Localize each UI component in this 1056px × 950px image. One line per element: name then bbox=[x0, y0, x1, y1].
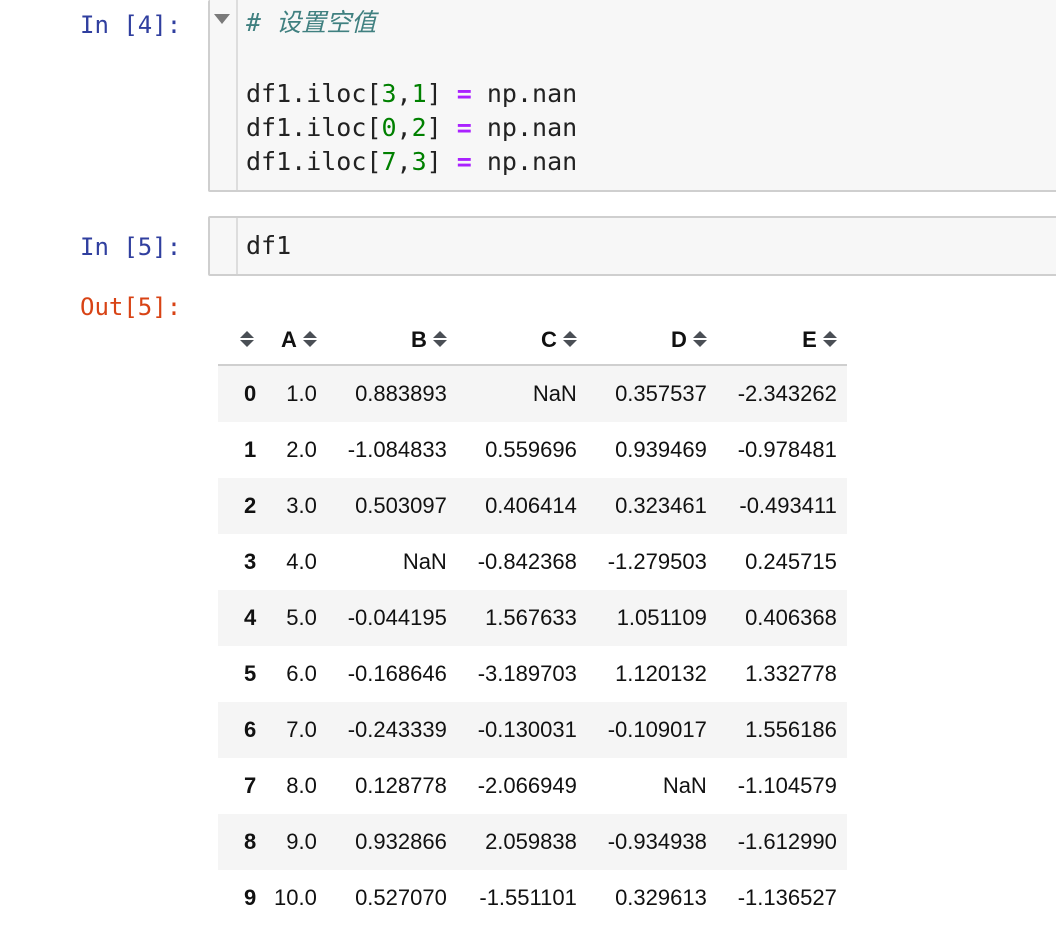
table-cell: -0.044195 bbox=[347, 605, 447, 630]
table-cell: 0.503097 bbox=[355, 493, 447, 518]
table-cell: -0.493411 bbox=[739, 493, 837, 518]
table-cell: 0.323461 bbox=[615, 493, 707, 518]
table-row: 2 3.0 0.503097 0.406414 0.323461 -0.493411 bbox=[218, 478, 847, 534]
table-row: 6 7.0 -0.243339 -0.130031 -0.109017 1.556186 bbox=[218, 702, 847, 758]
table-row: 4 5.0 -0.044195 1.567633 1.051109 0.406368 bbox=[218, 590, 847, 646]
table-cell: 2.059838 bbox=[485, 829, 577, 854]
table-cell: -0.243339 bbox=[347, 717, 447, 742]
index-header[interactable] bbox=[218, 316, 264, 366]
sort-icon[interactable] bbox=[692, 330, 707, 348]
table-cell: 0.357537 bbox=[615, 381, 707, 406]
table-header-row: A B C D E bbox=[218, 316, 847, 366]
table-row: 1 2.0 -1.084833 0.559696 0.939469 -0.978481 bbox=[218, 422, 847, 478]
table-cell: 5.0 bbox=[286, 605, 317, 630]
table-cell: -3.189703 bbox=[477, 661, 577, 686]
cell-4-input[interactable]: # 设置空值 df1.iloc[3,1] = np.nan df1.iloc[0… bbox=[208, 0, 1056, 192]
row-index: 0 bbox=[244, 381, 257, 406]
column-header[interactable]: A bbox=[264, 316, 327, 366]
table-cell: -1.104579 bbox=[737, 773, 837, 798]
table-cell: -1.084833 bbox=[347, 437, 447, 462]
table-cell: 1.051109 bbox=[616, 605, 707, 630]
column-header[interactable]: E bbox=[716, 316, 847, 366]
code-line-3: df1.iloc[7,3] = np.nan bbox=[246, 147, 578, 176]
table-cell: -0.109017 bbox=[607, 717, 707, 742]
row-index: 7 bbox=[244, 773, 257, 798]
table-cell: 1.0 bbox=[286, 381, 317, 406]
table-cell: 0.245715 bbox=[745, 549, 837, 574]
gutter-divider bbox=[236, 218, 238, 274]
table-cell: 0.559696 bbox=[485, 437, 577, 462]
table-cell: 0.939469 bbox=[615, 437, 707, 462]
table-cell: 0.406368 bbox=[745, 605, 837, 630]
code-line-1: df1.iloc[3,1] = np.nan bbox=[246, 79, 578, 108]
table-cell: -1.612990 bbox=[737, 829, 837, 854]
sort-icon[interactable] bbox=[822, 330, 837, 348]
table-row: 0 1.0 0.883893 NaN 0.357537 -2.343262 bbox=[218, 365, 847, 422]
sort-icon[interactable] bbox=[432, 330, 447, 348]
cell-4-code[interactable]: # 设置空值 bbox=[246, 6, 376, 40]
row-index: 9 bbox=[244, 885, 257, 910]
column-header[interactable]: C bbox=[456, 316, 587, 366]
table-cell: 1.567633 bbox=[485, 605, 577, 630]
table-cell: 0.527070 bbox=[355, 885, 447, 910]
output-prompt: Out[5]: bbox=[80, 293, 182, 321]
column-header[interactable]: B bbox=[326, 316, 457, 366]
row-index: 6 bbox=[244, 717, 257, 742]
table-row: 7 8.0 0.128778 -2.066949 NaN -1.104579 bbox=[218, 758, 847, 814]
table-cell: -2.343262 bbox=[737, 381, 837, 406]
cell-4-prompt: In [4]: bbox=[80, 11, 182, 39]
table-cell: 0.932866 bbox=[355, 829, 447, 854]
row-index: 3 bbox=[244, 549, 257, 574]
column-header[interactable]: D bbox=[586, 316, 717, 366]
table-cell: 1.332778 bbox=[745, 661, 837, 686]
table-row: 9 10.0 0.527070 -1.551101 0.329613 -1.136527 bbox=[218, 870, 847, 926]
dataframe-table: A B C D E 0 1.0 0.883893 NaN 0.357537 -2.3432… bbox=[218, 316, 847, 926]
cell-5-input[interactable]: df1 bbox=[208, 216, 1056, 276]
table-cell: 9.0 bbox=[286, 829, 317, 854]
table-cell: -0.842368 bbox=[477, 549, 577, 574]
table-cell: -1.551101 bbox=[479, 885, 577, 910]
row-index: 5 bbox=[244, 661, 257, 686]
table-row: 5 6.0 -0.168646 -3.189703 1.120132 1.332778 bbox=[218, 646, 847, 702]
table-cell: 8.0 bbox=[286, 773, 317, 798]
table-cell: NaN bbox=[532, 381, 577, 406]
table-row: 3 4.0 NaN -0.842368 -1.279503 0.245715 bbox=[218, 534, 847, 590]
table-cell: 1.120132 bbox=[615, 661, 707, 686]
gutter-divider bbox=[236, 0, 238, 190]
table-cell: -0.130031 bbox=[477, 717, 577, 742]
table-cell: NaN bbox=[402, 549, 447, 574]
table-cell: 0.883893 bbox=[355, 381, 447, 406]
table-cell: 4.0 bbox=[286, 549, 317, 574]
row-index: 2 bbox=[244, 493, 257, 518]
cell-5-code[interactable]: df1 bbox=[246, 229, 291, 263]
table-cell: 2.0 bbox=[286, 437, 317, 462]
table-cell: 7.0 bbox=[286, 717, 317, 742]
code-comment: # 设置空值 bbox=[246, 8, 377, 37]
sort-icon[interactable] bbox=[562, 330, 577, 348]
table-cell: 0.329613 bbox=[615, 885, 707, 910]
cell-5-prompt: In [5]: bbox=[80, 233, 182, 261]
table-cell: 0.406414 bbox=[485, 493, 577, 518]
table-cell: 1.556186 bbox=[745, 717, 837, 742]
table-cell: -1.136527 bbox=[737, 885, 837, 910]
table-cell: NaN bbox=[662, 773, 707, 798]
row-index: 1 bbox=[244, 437, 257, 462]
collapse-caret-icon[interactable] bbox=[214, 14, 230, 24]
table-cell: 3.0 bbox=[286, 493, 317, 518]
sort-icon[interactable] bbox=[240, 330, 254, 348]
table-cell: -0.168646 bbox=[347, 661, 447, 686]
table-cell: 10.0 bbox=[274, 885, 317, 910]
table-cell: -0.934938 bbox=[607, 829, 707, 854]
code-line-2: df1.iloc[0,2] = np.nan bbox=[246, 113, 578, 142]
table-row: 8 9.0 0.932866 2.059838 -0.934938 -1.612990 bbox=[218, 814, 847, 870]
sort-icon[interactable] bbox=[302, 330, 317, 348]
row-index: 8 bbox=[244, 829, 257, 854]
table-cell: 0.128778 bbox=[355, 773, 447, 798]
table-cell: 6.0 bbox=[286, 661, 317, 686]
table-cell: -1.279503 bbox=[607, 549, 707, 574]
table-cell: -0.978481 bbox=[737, 437, 837, 462]
row-index: 4 bbox=[244, 605, 257, 630]
table-cell: -2.066949 bbox=[477, 773, 577, 798]
